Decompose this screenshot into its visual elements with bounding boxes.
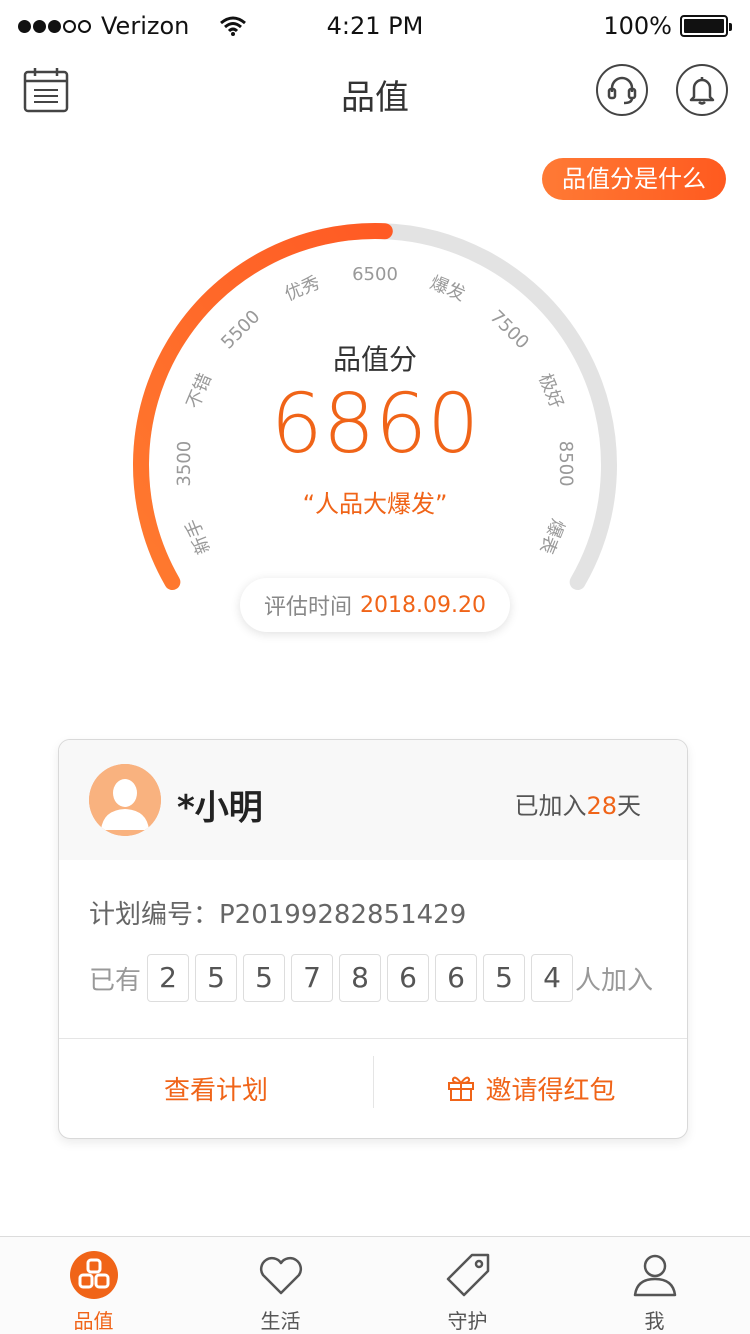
counter-digit: 8 — [339, 954, 382, 1002]
what-is-score-button[interactable]: 品值分是什么 — [542, 158, 726, 200]
counter-digit: 6 — [435, 954, 478, 1002]
score-title: 品值分 — [332, 343, 417, 376]
tag-icon — [446, 1253, 489, 1297]
avatar[interactable] — [89, 764, 161, 836]
customer-service-button[interactable] — [596, 64, 648, 116]
counter-prefix: 已有 — [89, 965, 142, 996]
gauge-label: 6500 — [352, 264, 398, 285]
score-value: 6860 — [270, 377, 480, 472]
tab-pinzhi[interactable]: 品值 — [0, 1237, 187, 1334]
user-name: *小明 — [177, 788, 263, 828]
person-icon — [633, 1254, 676, 1297]
plan-number: 计划编号：P20199282851429 — [89, 900, 467, 930]
tab-label-me: 我 — [644, 1309, 665, 1333]
tab-me[interactable]: 我 — [561, 1237, 748, 1334]
gauge-label: 爆发 — [427, 272, 468, 305]
heart-icon — [259, 1256, 302, 1295]
counter-digit: 7 — [291, 954, 334, 1002]
counter-suffix: 人加入 — [575, 965, 654, 996]
card-header: *小明 已加入28天 — [59, 740, 687, 860]
gauge-label: 优秀 — [282, 272, 323, 305]
invite-label: 邀请得红包 — [485, 1075, 616, 1106]
joined-days-count: 28 — [586, 792, 617, 820]
evaluation-date: 2018.09.20 — [360, 592, 486, 618]
tab-label-guard: 守护 — [447, 1309, 488, 1333]
view-plan-button[interactable]: 查看计划 — [59, 1038, 373, 1138]
nav-bar: 品值 — [0, 54, 750, 130]
battery-percent: 100% — [603, 12, 672, 40]
counter-digit: 5 — [483, 954, 526, 1002]
notification-button[interactable] — [676, 64, 728, 116]
counter-digit: 5 — [243, 954, 286, 1002]
gauge-label: 爆表 — [535, 516, 568, 557]
tab-life[interactable]: 生活 — [187, 1237, 374, 1334]
score-description: “人品大爆发” — [302, 490, 448, 518]
battery-icon — [680, 15, 732, 37]
tab-label-pinzhi: 品值 — [73, 1309, 114, 1333]
counter-digit: 4 — [531, 954, 574, 1002]
evaluation-label: 评估时间 — [264, 595, 353, 620]
tab-bar: 品值 生活 守护 我 — [0, 1236, 750, 1334]
avatar-person-icon — [89, 764, 161, 836]
customer-service-icon — [607, 76, 637, 105]
tab-guard[interactable]: 守护 — [374, 1237, 561, 1334]
joined-days: 已加入28天 — [514, 792, 641, 820]
counter-digit: 2 — [147, 954, 190, 1002]
member-card: *小明 已加入28天 计划编号：P20199282851429 已有 25578… — [58, 739, 688, 1139]
evaluation-date-pill: 评估时间 2018.09.20 — [240, 578, 510, 632]
tab-label-life: 生活 — [260, 1309, 301, 1333]
counter-digit: 5 — [195, 954, 238, 1002]
counter-digit: 6 — [387, 954, 430, 1002]
status-bar: Verizon 4:21 PM 100% — [0, 0, 750, 54]
counter-digits: 255786654 — [147, 954, 574, 1002]
gauge-label: 新手 — [182, 516, 215, 557]
gift-icon — [448, 1076, 475, 1101]
member-counter: 已有 255786654 人加入 — [89, 954, 653, 1002]
pinzhi-icon — [69, 1251, 118, 1299]
view-plan-label: 查看计划 — [163, 1075, 268, 1106]
bell-icon — [689, 77, 715, 105]
invite-button[interactable]: 邀请得红包 — [374, 1038, 687, 1138]
